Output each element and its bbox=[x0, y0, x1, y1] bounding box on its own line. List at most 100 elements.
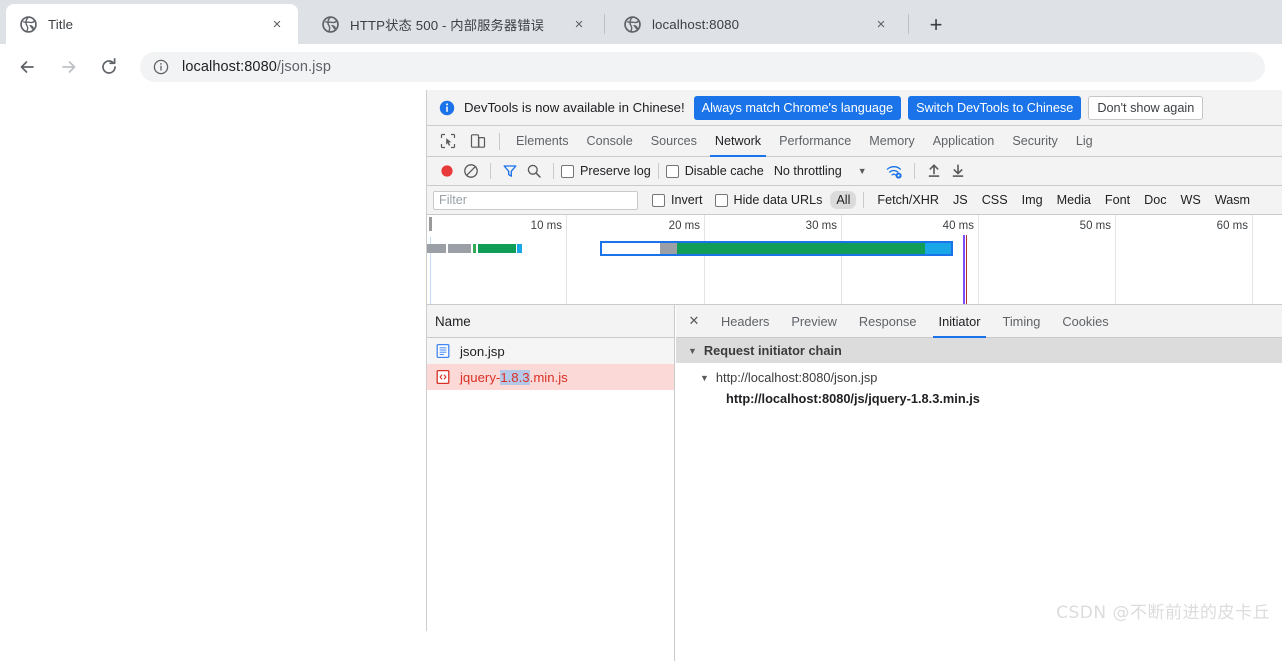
devtools-tab-sources[interactable]: Sources bbox=[642, 126, 706, 157]
preserve-log-checkbox-box[interactable] bbox=[561, 165, 574, 178]
dont-show-again-button[interactable]: Don't show again bbox=[1088, 96, 1203, 120]
reload-button[interactable] bbox=[94, 52, 124, 82]
browser-tab-1-close-icon[interactable]: × bbox=[266, 13, 288, 35]
download-arrow-glyph bbox=[950, 163, 966, 179]
forward-button[interactable] bbox=[54, 52, 84, 82]
initiator-parent-url[interactable]: http://localhost:8080/json.jsp bbox=[716, 370, 878, 385]
initiator-child-row[interactable]: http://localhost:8080/js/jquery-1.8.3.mi… bbox=[676, 388, 1282, 409]
type-filter-font[interactable]: Font bbox=[1099, 191, 1136, 209]
invert-label: Invert bbox=[671, 193, 703, 207]
inspect-cursor-glyph bbox=[440, 133, 456, 149]
hide-data-urls-label: Hide data URLs bbox=[734, 193, 823, 207]
always-match-chrome-language-button[interactable]: Always match Chrome's language bbox=[694, 96, 901, 120]
invert-checkbox-box[interactable] bbox=[652, 194, 665, 207]
detail-tab-initiator[interactable]: Initiator bbox=[928, 305, 992, 338]
table-row[interactable]: json.jsp bbox=[427, 338, 674, 364]
column-header-name[interactable]: Name bbox=[427, 305, 674, 338]
initiator-parent-row[interactable]: ▼ http://localhost:8080/json.jsp bbox=[676, 367, 1282, 388]
type-filter-js[interactable]: JS bbox=[947, 191, 974, 209]
type-filter-img[interactable]: Img bbox=[1016, 191, 1049, 209]
address-host: localhost:8080 bbox=[182, 59, 277, 75]
request-name-selected-text: 1.8.3 bbox=[500, 370, 529, 385]
type-filter-fetch-xhr[interactable]: Fetch/XHR bbox=[871, 191, 945, 209]
browser-tab-3[interactable]: localhost:8080 × bbox=[610, 4, 902, 44]
browser-tab-2-title: HTTP状态 500 - 内部服务器错误 bbox=[350, 15, 560, 34]
request-initiator-chain-header[interactable]: ▼ Request initiator chain bbox=[676, 338, 1282, 363]
chevron-down-icon[interactable]: ▼ bbox=[688, 346, 697, 356]
disable-cache-checkbox-box[interactable] bbox=[666, 165, 679, 178]
devtools-tab-application[interactable]: Application bbox=[924, 126, 1004, 157]
request-detail-tab-bar: ✕ Headers Preview Response Initiator Tim… bbox=[676, 305, 1282, 338]
record-stop-icon[interactable] bbox=[435, 159, 459, 183]
devtools-tab-network[interactable]: Network bbox=[706, 126, 770, 157]
type-filter-all[interactable]: All bbox=[830, 191, 856, 209]
back-button[interactable] bbox=[12, 52, 42, 82]
timeline-gridline bbox=[1115, 215, 1116, 305]
csdn-watermark: CSDN @不断前进的皮卡丘 bbox=[1056, 598, 1270, 623]
new-tab-button[interactable]: + bbox=[922, 11, 950, 39]
throttling-select-value[interactable]: No throttling bbox=[774, 164, 842, 178]
type-filter-css[interactable]: CSS bbox=[976, 191, 1014, 209]
globe-icon bbox=[322, 16, 339, 33]
detail-tab-response[interactable]: Response bbox=[848, 305, 928, 338]
funnel-icon[interactable] bbox=[498, 159, 522, 183]
reload-icon bbox=[99, 57, 119, 77]
devtools-tab-elements[interactable]: Elements bbox=[507, 126, 578, 157]
timeline-gridline bbox=[1252, 215, 1253, 305]
network-conditions-icon[interactable] bbox=[883, 159, 907, 183]
record-glyph bbox=[439, 163, 455, 179]
close-icon[interactable]: ✕ bbox=[682, 309, 706, 333]
device-toolbar-icon[interactable] bbox=[465, 128, 491, 154]
overview-bar-jquery bbox=[600, 241, 953, 256]
chevron-down-icon[interactable]: ▼ bbox=[858, 166, 867, 176]
switch-devtools-to-chinese-button[interactable]: Switch DevTools to Chinese bbox=[908, 96, 1081, 120]
timeline-tick-30ms: 30 ms bbox=[806, 220, 841, 232]
preserve-log-checkbox[interactable]: Preserve log bbox=[561, 164, 651, 178]
globe-icon bbox=[20, 16, 37, 33]
toolbar-separator bbox=[499, 133, 500, 150]
detail-tab-cookies[interactable]: Cookies bbox=[1051, 305, 1119, 338]
type-filter-ws[interactable]: WS bbox=[1175, 191, 1207, 209]
type-filter-wasm[interactable]: Wasm bbox=[1209, 191, 1256, 209]
browser-tab-3-close-icon[interactable]: × bbox=[870, 13, 892, 35]
search-icon[interactable] bbox=[522, 159, 546, 183]
devtools-tab-performance[interactable]: Performance bbox=[770, 126, 860, 157]
browser-tab-1[interactable]: Title × bbox=[6, 4, 298, 44]
overview-bar-json-jsp bbox=[427, 244, 522, 253]
export-har-icon[interactable] bbox=[946, 159, 970, 183]
search-glyph bbox=[526, 163, 542, 179]
inspect-cursor-icon[interactable] bbox=[435, 128, 461, 154]
clear-icon[interactable] bbox=[459, 159, 483, 183]
invert-checkbox[interactable]: Invert bbox=[652, 193, 703, 207]
devtools-tab-memory[interactable]: Memory bbox=[860, 126, 923, 157]
disable-cache-checkbox[interactable]: Disable cache bbox=[666, 164, 764, 178]
detail-tab-timing[interactable]: Timing bbox=[991, 305, 1051, 338]
network-request-list: Name json.jsp jquery-1.8.3.min.js bbox=[427, 305, 675, 661]
infobar-message: DevTools is now available in Chinese! bbox=[464, 100, 685, 115]
filter-input[interactable]: Filter bbox=[433, 191, 638, 210]
type-filter-doc[interactable]: Doc bbox=[1138, 191, 1172, 209]
table-row[interactable]: jquery-1.8.3.min.js bbox=[427, 364, 674, 390]
hide-data-urls-checkbox[interactable]: Hide data URLs bbox=[715, 193, 823, 207]
type-filter-media[interactable]: Media bbox=[1051, 191, 1097, 209]
devtools-tab-lighthouse[interactable]: Lig bbox=[1067, 126, 1102, 157]
import-har-icon[interactable] bbox=[922, 159, 946, 183]
browser-tab-2-close-icon[interactable]: × bbox=[568, 13, 590, 35]
hide-data-urls-checkbox-box[interactable] bbox=[715, 194, 728, 207]
browser-tab-2[interactable]: HTTP状态 500 - 内部服务器错误 × bbox=[308, 4, 600, 44]
devtools-tab-console[interactable]: Console bbox=[578, 126, 642, 157]
initiator-child-url[interactable]: http://localhost:8080/js/jquery-1.8.3.mi… bbox=[726, 391, 980, 406]
devtools-tab-bar: Elements Console Sources Network Perform… bbox=[427, 126, 1282, 157]
address-bar[interactable]: localhost:8080/json.jsp bbox=[140, 52, 1265, 82]
devtools-tab-security[interactable]: Security bbox=[1003, 126, 1067, 157]
info-circle-icon[interactable] bbox=[152, 58, 170, 76]
overview-left-handle[interactable] bbox=[429, 217, 432, 231]
network-timeline-overview[interactable]: 10 ms 20 ms 30 ms 40 ms 50 ms 60 ms bbox=[427, 215, 1282, 305]
tab-strip: Title × HTTP状态 500 - 内部服务器错误 × localhost… bbox=[0, 0, 1282, 44]
toolbar-separator bbox=[553, 163, 554, 179]
timeline-gridline bbox=[566, 215, 567, 305]
chevron-down-icon[interactable]: ▼ bbox=[700, 373, 709, 383]
detail-tab-preview[interactable]: Preview bbox=[780, 305, 848, 338]
funnel-glyph bbox=[502, 163, 518, 179]
detail-tab-headers[interactable]: Headers bbox=[710, 305, 780, 338]
